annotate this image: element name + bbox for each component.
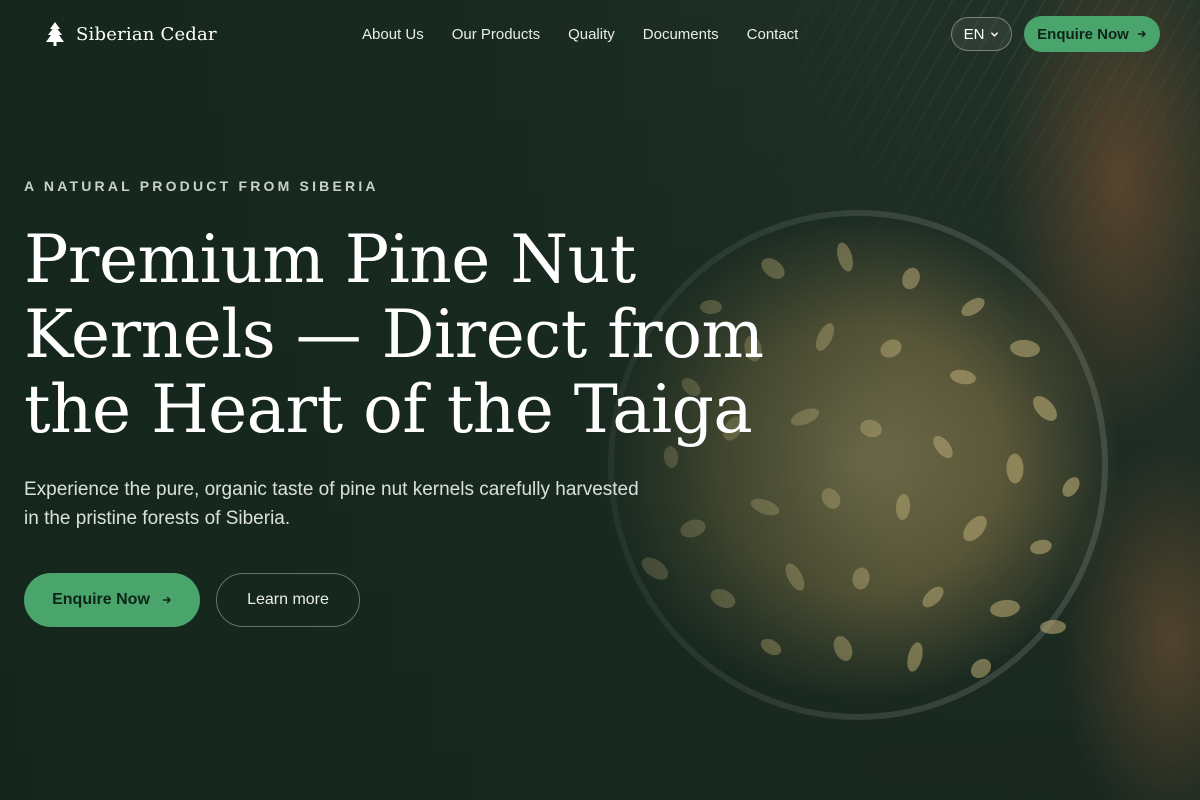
hero-headline: Premium Pine Nut Kernels — Direct from t… <box>24 222 784 447</box>
hero-learn-more-button[interactable]: Learn more <box>216 573 360 627</box>
top-navbar: Siberian Cedar About Us Our Products Qua… <box>0 0 1200 68</box>
pine-tree-icon <box>46 22 64 46</box>
hero-learn-more-label: Learn more <box>247 591 329 608</box>
hero-headline-line-3: the Heart of the Taiga <box>24 371 753 448</box>
chevron-down-icon <box>991 31 999 37</box>
hero-enquire-now-label: Enquire Now <box>52 591 150 608</box>
nav-link-our-products[interactable]: Our Products <box>452 26 540 43</box>
language-selector[interactable]: EN <box>951 17 1012 51</box>
nav-link-quality[interactable]: Quality <box>568 26 615 43</box>
hero-headline-line-1: Premium Pine Nut <box>24 221 636 298</box>
language-label: EN <box>963 25 985 43</box>
nav-link-documents[interactable]: Documents <box>643 26 719 43</box>
nav-link-about-us[interactable]: About Us <box>362 26 424 43</box>
nav-link-contact[interactable]: Contact <box>747 26 799 43</box>
hero-subtitle: Experience the pure, organic taste of pi… <box>24 479 639 529</box>
arrow-right-icon <box>162 596 171 604</box>
hero-enquire-now-button[interactable]: Enquire Now <box>24 573 200 627</box>
hero-headline-line-2: Kernels — Direct from <box>24 296 764 373</box>
brand-logo[interactable]: Siberian Cedar <box>44 21 217 47</box>
nav-enquire-now-button[interactable]: Enquire Now <box>1024 16 1160 52</box>
brand-name: Siberian Cedar <box>76 23 217 45</box>
hero-eyebrow: A NATURAL PRODUCT FROM SIBERIA <box>24 178 379 194</box>
nav-enquire-now-label: Enquire Now <box>1037 25 1129 43</box>
arrow-right-icon <box>1137 30 1146 38</box>
main-nav: About Us Our Products Quality Documents … <box>362 0 798 68</box>
